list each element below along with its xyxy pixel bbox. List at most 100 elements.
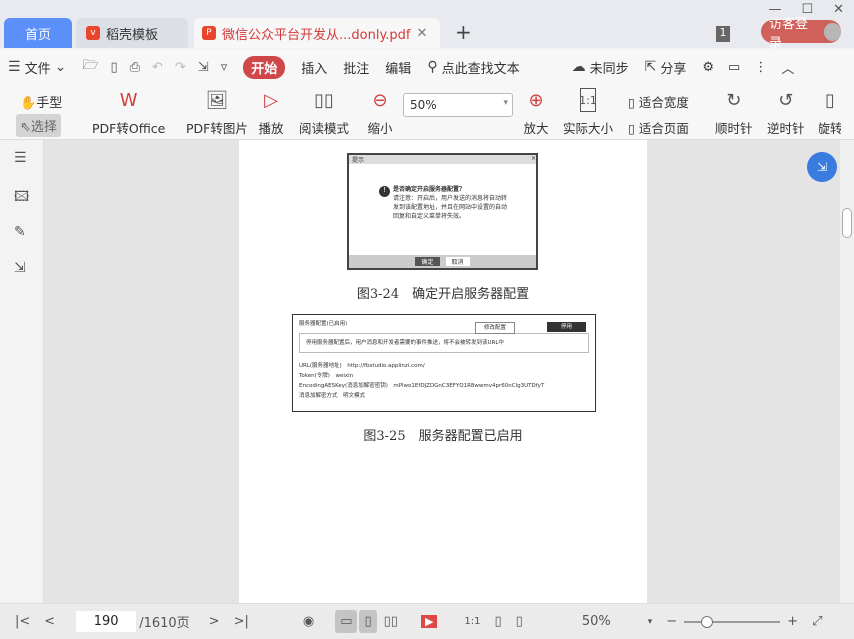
tab-edit[interactable]: 编辑 bbox=[377, 58, 419, 77]
tab-document[interactable]: P 微信公众平台开发从...donly.pdf ✕ bbox=[194, 18, 440, 48]
more-icon[interactable]: ▿ bbox=[221, 60, 228, 75]
zoom-out-icon[interactable]: − bbox=[659, 614, 684, 629]
image-icon[interactable]: 🖾 bbox=[14, 186, 29, 210]
tab-home[interactable]: 首页 bbox=[4, 18, 72, 48]
rotate-button[interactable]: ▯ 旋转 bbox=[819, 88, 841, 137]
pdf-page: 提示 × ! 是否确定开启服务器配置？ 请注意：开启后，用户发送的消息将自动转发到该… bbox=[239, 140, 647, 603]
undo-icon[interactable]: ↶ bbox=[152, 60, 163, 75]
fit-width-icon[interactable]: ▯ bbox=[509, 614, 530, 629]
rotate-clockwise-button[interactable]: ↻ 顺时针 bbox=[715, 88, 753, 137]
floating-convert-button[interactable]: ⇲ bbox=[807, 152, 837, 182]
file-menu[interactable]: ☰ 文件 ⌄ bbox=[0, 58, 74, 77]
single-page-icon[interactable]: ▯ bbox=[359, 610, 377, 633]
close-window-icon[interactable]: ✕ bbox=[833, 2, 844, 17]
rotate-counter-button[interactable]: ↺ 逆时针 bbox=[767, 88, 805, 137]
actual-size-icon[interactable]: 1:1 bbox=[457, 616, 487, 627]
scroll-thumb[interactable] bbox=[842, 208, 852, 238]
dialog-title: 提示 × bbox=[349, 155, 536, 164]
avatar bbox=[823, 22, 841, 41]
thumbnail-icon[interactable]: ☰ bbox=[14, 150, 27, 166]
search-box[interactable]: ⚲ 点此查找文本 bbox=[419, 58, 527, 77]
zoom-value: 50% bbox=[410, 98, 437, 112]
warning-icon: ! bbox=[379, 186, 390, 197]
cancel-button: 取消 bbox=[445, 257, 470, 266]
zoom-in-button[interactable]: ⊕ 放大 bbox=[523, 88, 549, 137]
export-icon[interactable]: ⇲ bbox=[198, 60, 209, 75]
more-icon[interactable]: ⋮ bbox=[754, 60, 767, 75]
play-icon[interactable]: ▶ bbox=[420, 615, 438, 628]
tab-annotate[interactable]: 批注 bbox=[335, 58, 377, 77]
play-button[interactable]: ▷ 播放 bbox=[258, 88, 284, 137]
tab-start[interactable]: 开始 bbox=[243, 55, 286, 79]
read-mode-button[interactable]: ▯▯ 阅读模式 bbox=[299, 88, 349, 137]
eye-icon[interactable]: ◉ bbox=[296, 614, 321, 629]
actual-size-button[interactable]: 1:1 实际大小 bbox=[563, 88, 613, 137]
two-page-icon[interactable]: ▯▯ bbox=[377, 614, 405, 629]
label: 缩小 bbox=[367, 121, 393, 136]
zoom-out-icon: ⊖ bbox=[372, 89, 388, 111]
page-input[interactable]: 190 bbox=[76, 611, 137, 632]
login-label: 访客登录 bbox=[769, 16, 809, 51]
annotation-icon[interactable]: ✎ bbox=[14, 224, 26, 240]
maximize-icon[interactable]: ☐ bbox=[801, 2, 813, 17]
first-page-icon[interactable]: |< bbox=[8, 614, 37, 629]
docer-logo-icon: v bbox=[86, 26, 100, 40]
new-tab-button[interactable]: + bbox=[455, 20, 472, 44]
pdf-to-image-button[interactable]: 🖼 PDF转图片 bbox=[186, 88, 248, 137]
collapse-icon[interactable]: ︿ bbox=[781, 58, 794, 77]
rotate-icon: ▯ bbox=[825, 89, 835, 111]
caption: 图3-25 服务器配置已启用 bbox=[363, 429, 523, 444]
tab-template[interactable]: v 稻壳模板 bbox=[76, 18, 188, 48]
login-button[interactable]: 访客登录 bbox=[761, 17, 841, 51]
share-icon: ⇱ bbox=[644, 59, 657, 75]
ok-button: 确定 bbox=[415, 257, 440, 266]
search-icon: ⚲ bbox=[427, 59, 438, 75]
print-icon[interactable]: ⎙ bbox=[130, 60, 140, 75]
share-button[interactable]: ⇱ 分享 bbox=[637, 58, 695, 77]
panel-notice: 停用服务器配置后，用户消息和开发者需要的事件推送，将不会被转发到该URL中 bbox=[299, 333, 589, 353]
select-label: 选择 bbox=[30, 120, 57, 135]
zoom-out-button[interactable]: ⊖ 缩小 bbox=[367, 88, 393, 137]
select-tool[interactable]: ⇖选择 bbox=[16, 114, 61, 137]
window-count-badge[interactable]: 1 bbox=[716, 26, 730, 42]
save-icon[interactable]: ▯ bbox=[110, 60, 117, 75]
pdf-convert-icon: W bbox=[119, 89, 138, 111]
zoom-slider[interactable] bbox=[684, 615, 781, 628]
label: 逆时针 bbox=[767, 121, 805, 136]
export-icon[interactable]: ⇲ bbox=[14, 260, 26, 276]
panel-title: 服务器配置(已启用) bbox=[299, 321, 348, 327]
menu-bar: ☰ 文件 ⌄ 🗁 ▯ ⎙ ↶ ↷ ⇲ ▿ 开始 插入 批注 编辑 ⚲ 点此查找文本 ☁ 未同步 ⇱ 分… bbox=[0, 50, 854, 84]
open-icon[interactable]: 🗁 bbox=[82, 56, 98, 78]
menu-icon: ☰ bbox=[8, 59, 21, 75]
dropdown-icon[interactable]: ▾ bbox=[641, 617, 660, 627]
fit-width-button[interactable]: ▯ 适合宽度 bbox=[628, 92, 689, 111]
fit-page-icon[interactable]: ▯ bbox=[488, 614, 509, 629]
continuous-view-icon[interactable]: ▭ bbox=[335, 610, 358, 633]
last-page-icon[interactable]: >| bbox=[227, 614, 256, 629]
redo-icon[interactable]: ↷ bbox=[175, 60, 186, 75]
sync-button[interactable]: ☁ 未同步 bbox=[564, 58, 637, 77]
fullscreen-icon[interactable]: ⤢ bbox=[805, 614, 829, 629]
feedback-icon[interactable]: ▭ bbox=[728, 60, 740, 75]
hand-label: 手型 bbox=[36, 96, 63, 111]
disable-button: 停用 bbox=[546, 322, 586, 332]
vertical-scrollbar[interactable] bbox=[840, 140, 854, 603]
settings-icon[interactable]: ⚙ bbox=[702, 60, 714, 75]
prev-page-icon[interactable]: < bbox=[37, 614, 62, 629]
close-icon[interactable]: ✕ bbox=[417, 26, 428, 41]
tab-label: 微信公众平台开发从...donly.pdf bbox=[222, 27, 411, 43]
tab-bar: 首页 v 稻壳模板 P 微信公众平台开发从...donly.pdf ✕ + 1 访客登… bbox=[0, 0, 854, 51]
zoom-in-icon[interactable]: + bbox=[780, 614, 805, 629]
hand-tool[interactable]: ✋手型 bbox=[20, 92, 62, 111]
pdf-to-office-button[interactable]: W PDF转Office bbox=[92, 88, 165, 137]
next-page-icon[interactable]: > bbox=[202, 614, 227, 629]
tab-insert[interactable]: 插入 bbox=[293, 58, 335, 77]
toolbar: ✋手型 ⇖选择 W PDF转Office 🖼 PDF转图片 ▷ 播放 ▯▯ 阅读模式 ⊖… bbox=[0, 84, 854, 140]
tab-label: 稻壳模板 bbox=[106, 27, 159, 43]
zoom-level[interactable]: 50% bbox=[582, 614, 611, 629]
zoom-select[interactable]: 50% ▾ bbox=[403, 93, 513, 117]
mode-line: 消息加解密方式 明文模式 bbox=[299, 393, 366, 399]
fit-page-button[interactable]: ▯ 适合页面 bbox=[628, 118, 689, 137]
slider-handle[interactable] bbox=[701, 615, 714, 628]
minimize-icon[interactable]: — bbox=[768, 2, 781, 17]
